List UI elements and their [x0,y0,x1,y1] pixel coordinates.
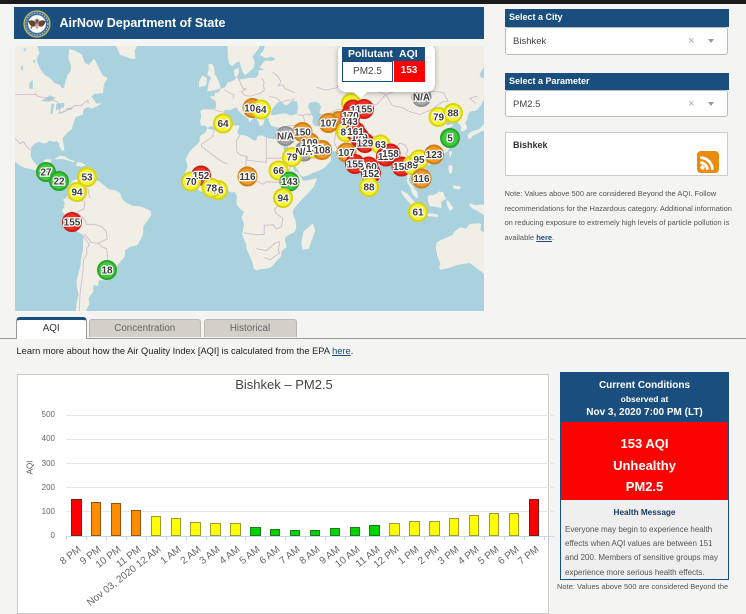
svg-text:161: 161 [347,127,364,138]
svg-text:143: 143 [281,177,298,188]
svg-text:123: 123 [426,150,443,161]
svg-text:107: 107 [320,119,337,130]
svg-text:22: 22 [53,177,65,188]
svg-text:27: 27 [40,168,52,179]
svg-text:64: 64 [255,105,267,116]
svg-text:N/A: N/A [413,93,430,104]
svg-text:79: 79 [286,153,298,164]
svg-text:94: 94 [71,188,83,199]
svg-text:116: 116 [413,174,430,185]
svg-text:5: 5 [447,134,453,145]
svg-text:150: 150 [294,128,311,139]
svg-text:70: 70 [185,177,197,188]
svg-text:78: 78 [206,184,218,195]
svg-text:116: 116 [239,172,256,183]
svg-text:94: 94 [277,194,289,205]
svg-text:64: 64 [217,119,229,130]
svg-text:66: 66 [273,166,285,177]
svg-text:53: 53 [81,173,93,184]
svg-text:61: 61 [412,208,424,219]
svg-text:95: 95 [413,155,425,166]
svg-text:79: 79 [433,113,445,124]
svg-text:88: 88 [447,109,459,120]
svg-text:155: 155 [64,218,81,229]
svg-text:108: 108 [314,146,331,157]
svg-text:129: 129 [357,139,374,150]
svg-text:18: 18 [101,266,113,277]
svg-text:155: 155 [347,160,364,171]
svg-text:158: 158 [382,149,399,160]
svg-text:107: 107 [338,148,355,159]
svg-text:152: 152 [363,169,380,180]
svg-text:N/A: N/A [277,132,294,143]
svg-text:88: 88 [363,183,375,194]
